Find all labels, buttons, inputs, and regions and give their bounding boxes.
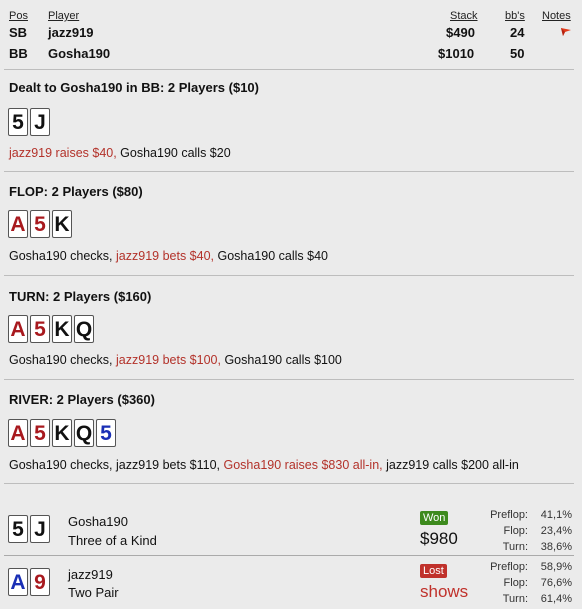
divider <box>4 555 574 556</box>
player-name[interactable]: jazz919 <box>48 25 94 40</box>
highlighted-action: jazz919 raises $40, <box>9 146 117 160</box>
result-amount: $980 <box>420 529 458 548</box>
player-position: BB <box>9 46 28 61</box>
player-stack: $490 <box>446 25 475 40</box>
action-text: Gosha190 checks, <box>9 249 117 263</box>
card: 5 <box>30 419 50 447</box>
action-text: Gosha190 calls $20 <box>116 146 231 160</box>
card: 5 <box>30 315 50 343</box>
equity-value: 41,1% <box>540 509 572 521</box>
preflop-cards: 5 J <box>8 108 50 136</box>
action-text: Gosha190 calls $40 <box>214 249 328 263</box>
player-row: SB jazz919 $490 24 <box>0 25 580 43</box>
player-row: BB Gosha190 $1010 50 <box>0 46 580 64</box>
turn-cards: A 5 K Q <box>8 315 94 343</box>
card: A <box>8 210 28 238</box>
equity-value: 58,9% <box>540 561 572 573</box>
result-hand: Two Pair <box>68 585 119 600</box>
card: 9 <box>30 568 50 596</box>
equity-label: Flop: <box>503 525 528 537</box>
won-badge: Won <box>420 511 449 525</box>
card: J <box>30 108 50 136</box>
action-text: Gosha190 checks, jazz919 bets $110, <box>9 458 224 472</box>
divider <box>4 275 574 276</box>
card: Q <box>74 419 94 447</box>
equity-value: 76,6% <box>540 577 572 589</box>
player-bbs: 24 <box>510 25 525 40</box>
player-bbs: 50 <box>510 46 525 61</box>
bbs-column-header: bb's <box>505 10 525 22</box>
card: 5 <box>96 419 116 447</box>
divider <box>4 171 574 172</box>
equity-label: Preflop: <box>490 561 528 573</box>
result-cards: 5 J <box>8 515 50 543</box>
result-cards: A 9 <box>8 568 50 596</box>
flop-actions: Gosha190 checks, jazz919 bets $40, Gosha… <box>9 249 328 263</box>
flop-cards: A 5 K <box>8 210 72 238</box>
river-title: RIVER: 2 Players ($360) <box>9 392 155 407</box>
result-hand: Three of a Kind <box>68 533 157 548</box>
flop-title: FLOP: 2 Players ($80) <box>9 184 143 199</box>
equity-value: 38,6% <box>540 541 572 553</box>
river-actions: Gosha190 checks, jazz919 bets $110, Gosh… <box>9 458 519 472</box>
action-text: Gosha190 checks, <box>9 353 117 367</box>
turn-actions: Gosha190 checks, jazz919 bets $100, Gosh… <box>9 353 342 367</box>
preflop-actions: jazz919 raises $40, Gosha190 calls $20 <box>9 146 231 160</box>
result-player-name[interactable]: Gosha190 <box>68 514 128 529</box>
highlighted-action: jazz919 bets $40, <box>116 249 215 263</box>
equity-value: 23,4% <box>540 525 572 537</box>
card: A <box>8 419 28 447</box>
card: 5 <box>8 515 28 543</box>
lost-badge: Lost <box>420 564 447 578</box>
player-name[interactable]: Gosha190 <box>48 46 110 61</box>
card: 5 <box>30 210 50 238</box>
card: Q <box>74 315 94 343</box>
stack-column-header: Stack <box>450 10 478 22</box>
preflop-title: Dealt to Gosha190 in BB: 2 Players ($10) <box>9 80 259 95</box>
equity-label: Turn: <box>502 541 528 553</box>
equity-label: Turn: <box>502 593 528 605</box>
equity-label: Flop: <box>503 577 528 589</box>
river-cards: A 5 K Q 5 <box>8 419 116 447</box>
result-shows: shows <box>420 582 469 601</box>
card: 5 <box>8 108 28 136</box>
equity-label: Preflop: <box>490 509 528 521</box>
card: A <box>8 568 28 596</box>
flag-icon[interactable] <box>560 27 572 37</box>
player-position: SB <box>9 25 28 40</box>
card: K <box>52 315 72 343</box>
highlighted-action: jazz919 bets $100, <box>116 353 221 367</box>
card: J <box>30 515 50 543</box>
card: K <box>52 210 72 238</box>
divider <box>4 483 574 484</box>
divider <box>4 69 574 70</box>
turn-title: TURN: 2 Players ($160) <box>9 289 152 304</box>
divider <box>4 379 574 380</box>
player-column-header: Player <box>48 10 80 22</box>
pos-column-header: Pos <box>9 10 28 22</box>
equity-value: 61,4% <box>540 593 572 605</box>
action-text: Gosha190 calls $100 <box>220 353 342 367</box>
card: A <box>8 315 28 343</box>
highlighted-action: Gosha190 raises $830 all-in, <box>223 458 383 472</box>
card: K <box>52 419 72 447</box>
player-stack: $1010 <box>438 46 475 61</box>
notes-column-header: Notes <box>542 10 571 22</box>
action-text: jazz919 calls $200 all-in <box>382 458 519 472</box>
result-player-name[interactable]: jazz919 <box>68 567 113 582</box>
